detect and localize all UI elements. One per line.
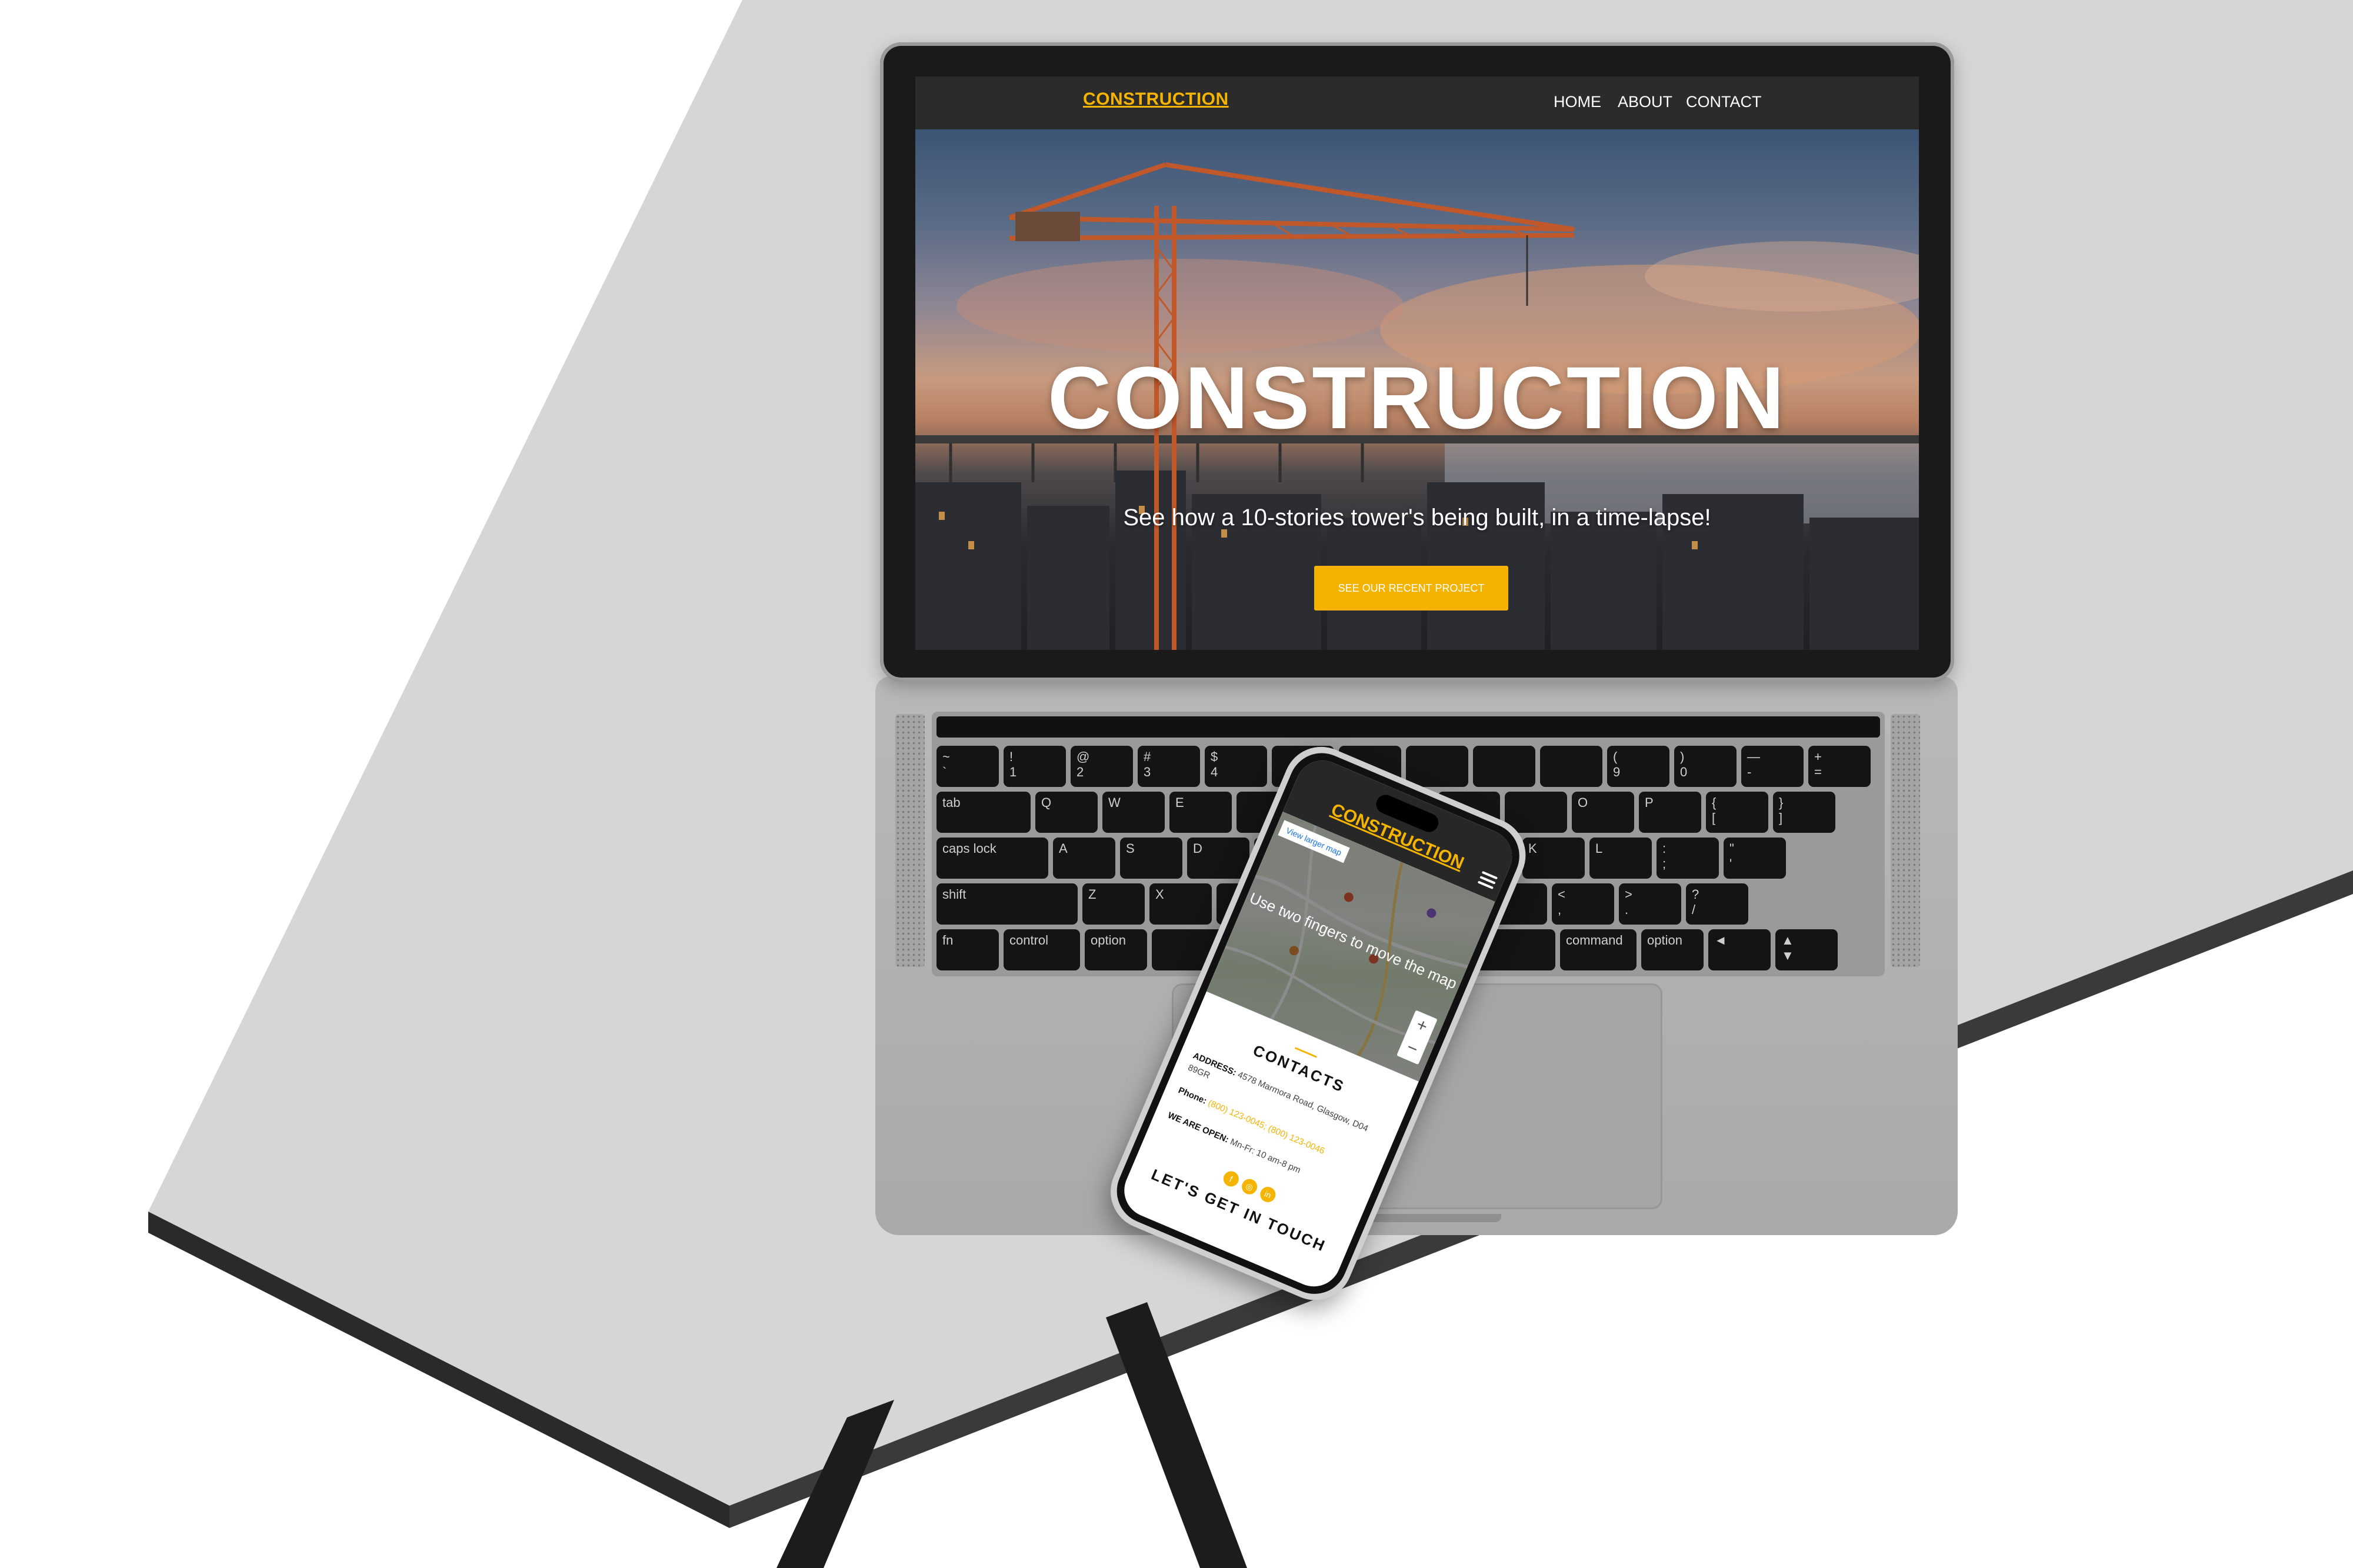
keyboard-key[interactable]: Z: [1082, 883, 1145, 925]
keyboard-key[interactable]: : ;: [1657, 838, 1719, 879]
linkedin-icon[interactable]: in: [1258, 1184, 1278, 1205]
laptop-screen: CONSTRUCTION HOME ABOUT CONTACT CONSTRUC…: [915, 76, 1919, 650]
keyboard-key[interactable]: ( 9: [1607, 746, 1669, 787]
keyboard-key[interactable]: E: [1169, 792, 1232, 833]
nav-about-link[interactable]: ABOUT: [1618, 93, 1672, 111]
contacts-accent-rule: [1294, 1047, 1317, 1058]
keyboard-key[interactable]: } ]: [1773, 792, 1835, 833]
keyboard-key[interactable]: [1473, 746, 1535, 787]
keyboard-key[interactable]: ~ `: [936, 746, 999, 787]
keyboard-key[interactable]: fn: [936, 929, 999, 970]
keyboard-key[interactable]: ▲ ▼: [1775, 929, 1838, 970]
keyboard-key[interactable]: ? /: [1686, 883, 1748, 925]
keyboard-key[interactable]: tab: [936, 792, 1031, 833]
keyboard-key[interactable]: $ 4: [1205, 746, 1267, 787]
keyboard-key[interactable]: " ': [1724, 838, 1786, 879]
keyboard-key[interactable]: X: [1149, 883, 1212, 925]
keyboard-key[interactable]: command: [1560, 929, 1637, 970]
site-logo[interactable]: CONSTRUCTION: [1083, 89, 1229, 109]
keyboard-key[interactable]: caps lock: [936, 838, 1048, 879]
keyboard-key[interactable]: [1505, 792, 1567, 833]
keyboard-key[interactable]: S: [1120, 838, 1182, 879]
keyboard-key[interactable]: @ 2: [1071, 746, 1133, 787]
keyboard-key[interactable]: ! 1: [1004, 746, 1066, 787]
hero-section: CONSTRUCTION See how a 10-stories tower'…: [915, 129, 1919, 650]
site-navbar: CONSTRUCTION HOME ABOUT CONTACT: [915, 76, 1919, 129]
see-recent-project-button[interactable]: SEE OUR RECENT PROJECT: [1314, 566, 1508, 610]
keyboard-key[interactable]: [1540, 746, 1602, 787]
keyboard-key[interactable]: A: [1053, 838, 1115, 879]
facebook-icon[interactable]: f: [1221, 1169, 1241, 1189]
keyboard-key[interactable]: # 3: [1138, 746, 1200, 787]
hours-label: WE ARE OPEN:: [1166, 1110, 1231, 1145]
keyboard-key[interactable]: Q: [1035, 792, 1098, 833]
keyboard-key[interactable]: D: [1187, 838, 1249, 879]
phone-label: Phone:: [1176, 1085, 1208, 1106]
keyboard-key[interactable]: P: [1639, 792, 1701, 833]
touch-bar[interactable]: [936, 716, 1880, 738]
keyboard-key[interactable]: > .: [1619, 883, 1681, 925]
keyboard-key[interactable]: K: [1522, 838, 1585, 879]
keyboard-key[interactable]: option: [1641, 929, 1704, 970]
keyboard-key[interactable]: [1406, 746, 1468, 787]
keyboard-key[interactable]: O: [1572, 792, 1634, 833]
instagram-icon[interactable]: ◎: [1239, 1176, 1260, 1197]
keyboard-key[interactable]: ) 0: [1674, 746, 1737, 787]
hero-subtitle: See how a 10-stories tower's being built…: [1123, 505, 1711, 531]
keyboard-key[interactable]: + =: [1808, 746, 1871, 787]
keyboard-key[interactable]: W: [1102, 792, 1165, 833]
keyboard-key[interactable]: shift: [936, 883, 1078, 925]
keyboard-key[interactable]: ◄: [1708, 929, 1771, 970]
nav-contact-link[interactable]: CONTACT: [1686, 93, 1762, 111]
keyboard-key[interactable]: control: [1004, 929, 1080, 970]
keyboard-key[interactable]: { [: [1706, 792, 1768, 833]
keyboard-key[interactable]: option: [1085, 929, 1147, 970]
speaker-grille-right: [1891, 714, 1920, 967]
keyboard-key[interactable]: L: [1589, 838, 1652, 879]
keyboard-key[interactable]: — -: [1741, 746, 1804, 787]
keyboard-key[interactable]: < ,: [1552, 883, 1614, 925]
hero-title: CONSTRUCTION: [1047, 348, 1787, 447]
nav-home-link[interactable]: HOME: [1554, 93, 1601, 111]
speaker-grille-left: [895, 714, 925, 967]
